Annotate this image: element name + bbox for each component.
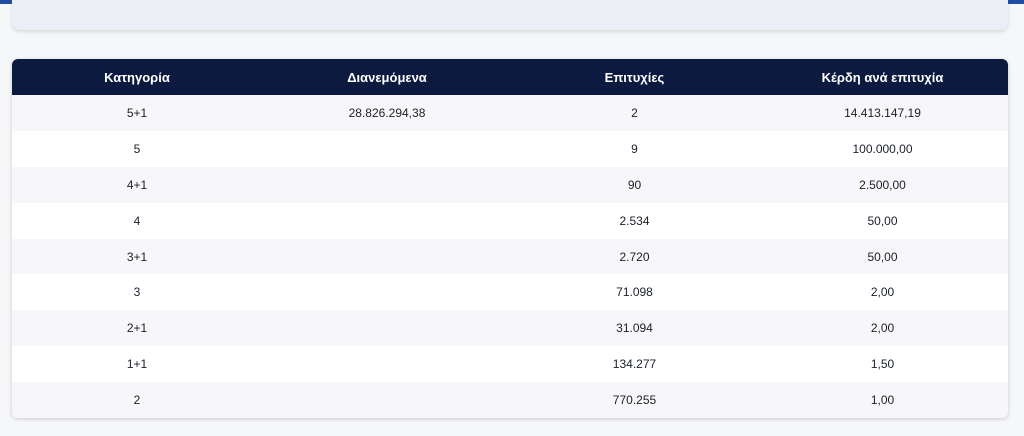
cell-category: 2+1	[126, 321, 148, 336]
winnings-table: Κατηγορία Διανεμόμενα Επιτυχίες Κέρδη αν…	[12, 59, 1008, 418]
cell-prize-per-winner: 2,00	[870, 321, 895, 336]
table-row: 4+1 90 2.500,00	[12, 166, 1008, 203]
table-row: 2 770.255 1,00	[12, 382, 1008, 418]
table-header-row: Κατηγορία Διανεμόμενα Επιτυχίες Κέρδη αν…	[12, 59, 1008, 95]
cell-winners: 770.255	[612, 393, 657, 408]
cell-distributed	[262, 274, 512, 310]
cell-winners: 31.094	[616, 321, 653, 336]
cell-winners: 2.534	[619, 213, 650, 228]
cell-category: 5+1	[126, 105, 148, 120]
cell-prize-per-winner: 1,50	[870, 357, 895, 372]
table-row: 1+1 134.277 1,50	[12, 346, 1008, 383]
table-row: 5+1 28.826.294,38 2 14.413.147,19	[12, 95, 1008, 131]
table-row: 4 2.534 50,00	[12, 202, 1008, 239]
top-card-text: ' '' ' '	[404, 0, 433, 5]
cell-prize-per-winner: 50,00	[867, 213, 898, 228]
winnings-table-card: Κατηγορία Διανεμόμενα Επιτυχίες Κέρδη αν…	[12, 59, 1008, 418]
cell-prize-per-winner: 2.500,00	[859, 177, 906, 192]
cell-distributed	[262, 239, 512, 275]
table-row: 2+1 31.094 2,00	[12, 310, 1008, 347]
top-card: ' '' ' '	[12, 0, 1008, 30]
table-row: 5 9 100.000,00	[12, 130, 1008, 167]
cell-category: 5	[133, 141, 141, 156]
cell-category: 4	[133, 213, 141, 228]
cell-winners: 9	[631, 141, 638, 156]
cell-distributed	[262, 346, 512, 382]
cell-prize-per-winner: 2,00	[870, 285, 895, 300]
table-row: 3 71.098 2,00	[12, 274, 1008, 311]
cell-distributed	[262, 310, 512, 346]
header-distributed: Διανεμόμενα	[347, 69, 427, 85]
cell-winners: 134.277	[612, 357, 657, 372]
cell-category: 1+1	[126, 357, 148, 372]
table-row: 3+1 2.720 50,00	[12, 238, 1008, 275]
cell-category: 3	[133, 285, 141, 300]
cell-prize-per-winner: 14.413.147,19	[844, 105, 921, 120]
cell-prize-per-winner: 1,00	[870, 393, 895, 408]
header-category: Κατηγορία	[104, 69, 170, 85]
cell-winners: 71.098	[616, 285, 653, 300]
cell-distributed	[262, 167, 512, 203]
cell-winners: 2.720	[619, 249, 650, 264]
cell-category: 2	[133, 393, 141, 408]
cell-distributed	[262, 131, 512, 167]
header-prize-per-winner: Κέρδη ανά επιτυχία	[821, 69, 944, 85]
cell-distributed	[262, 382, 512, 418]
cell-distributed: 28.826.294,38	[348, 105, 426, 120]
cell-category: 4+1	[126, 177, 148, 192]
header-winners: Επιτυχίες	[604, 69, 665, 85]
cell-winners: 2	[631, 105, 638, 120]
cell-prize-per-winner: 50,00	[867, 249, 898, 264]
cell-distributed	[262, 203, 512, 239]
cell-winners: 90	[627, 177, 642, 192]
cell-prize-per-winner: 100.000,00	[852, 141, 913, 156]
cell-category: 3+1	[126, 249, 148, 264]
